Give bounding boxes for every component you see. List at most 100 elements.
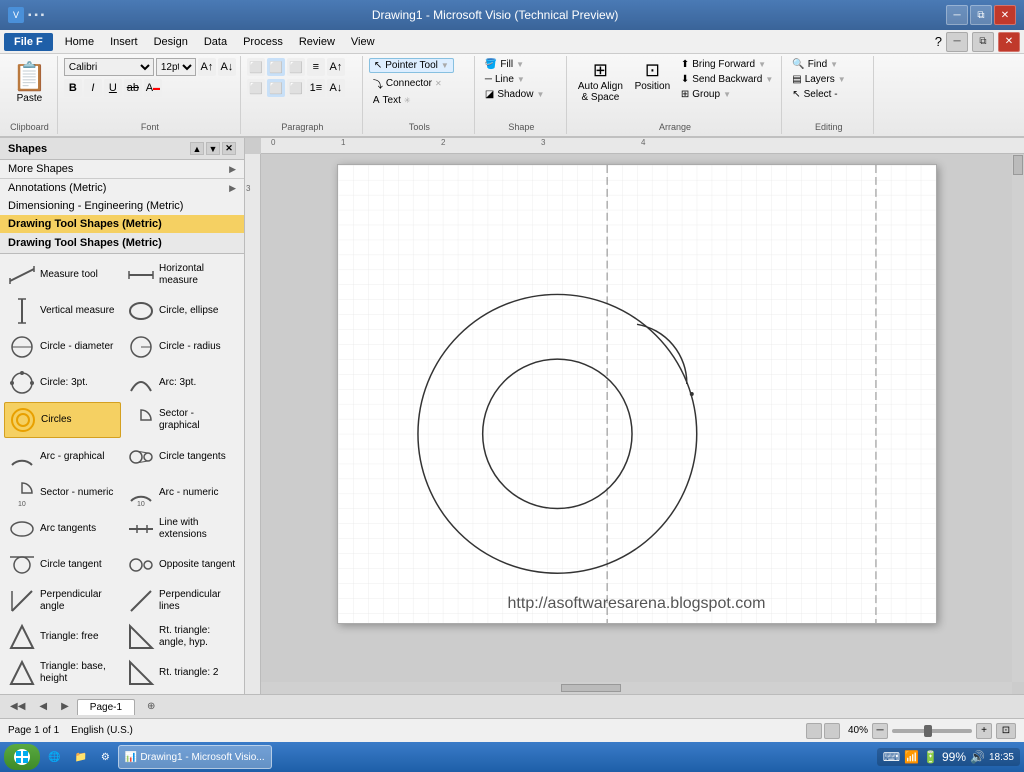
align-top-left-btn[interactable]: ⬜ bbox=[247, 58, 265, 76]
zoom-thumb[interactable] bbox=[924, 725, 932, 737]
connector-btn[interactable]: ⤵ Connector ✕ bbox=[369, 75, 446, 92]
menu-data[interactable]: Data bbox=[196, 34, 235, 50]
layers-btn[interactable]: ▤ Layers ▼ bbox=[788, 73, 849, 86]
menu-process[interactable]: Process bbox=[235, 34, 291, 50]
page-next-btn[interactable]: ▶ bbox=[55, 699, 75, 714]
scrollbar-vertical[interactable] bbox=[1012, 154, 1024, 682]
select-btn[interactable]: ↖ Select - bbox=[788, 88, 841, 101]
page-add-btn[interactable]: ⊕ bbox=[141, 699, 161, 714]
ribbon-minimize-btn[interactable]: ─ bbox=[946, 32, 968, 52]
shape-circle-3pt[interactable]: Circle: 3pt. bbox=[4, 366, 121, 400]
italic-btn[interactable]: I bbox=[84, 79, 102, 97]
send-backward-btn[interactable]: ⬇ Send Backward ▼ bbox=[677, 73, 777, 86]
shape-line-extensions[interactable]: Line with extensions bbox=[123, 512, 240, 546]
view-icon-1[interactable] bbox=[806, 723, 822, 739]
shape-circles[interactable]: Circles bbox=[4, 402, 121, 438]
shape-arc-numeric[interactable]: 10 Arc - numeric bbox=[123, 476, 240, 510]
taskbar-visio-btn[interactable]: 📊 Drawing1 - Microsoft Visio... bbox=[118, 745, 272, 769]
paste-btn[interactable]: 📋 Paste bbox=[6, 58, 53, 106]
zoom-page-btn[interactable]: ⊡ bbox=[996, 723, 1016, 739]
find-btn[interactable]: 🔍 Find ▼ bbox=[788, 58, 842, 71]
sidebar-up-btn[interactable]: ▲ bbox=[190, 142, 204, 155]
bold-btn[interactable]: B bbox=[64, 79, 82, 97]
indent-btn[interactable]: A↑ bbox=[327, 58, 345, 76]
align-mid-center-btn[interactable]: ⬜ bbox=[267, 79, 285, 97]
shape-circle-tangent[interactable]: Circle tangent bbox=[4, 548, 121, 582]
zoom-out-btn[interactable]: ─ bbox=[872, 723, 888, 739]
taskbar-explorer-btn[interactable]: 📁 bbox=[68, 745, 92, 769]
canvas-area[interactable]: 0 1 2 3 4 3 bbox=[245, 138, 1024, 694]
menu-view[interactable]: View bbox=[343, 34, 383, 50]
bring-forward-btn[interactable]: ⬆ Bring Forward ▼ bbox=[677, 58, 777, 71]
list-btn[interactable]: ≡ bbox=[307, 58, 325, 76]
shape-opposite-tangent[interactable]: Opposite tangent bbox=[123, 548, 240, 582]
menu-review[interactable]: Review bbox=[291, 34, 343, 50]
line-btn[interactable]: ─ Line ▼ bbox=[481, 73, 529, 86]
canvas-paper[interactable]: http://asoftwaresarena.blogspot.com bbox=[337, 164, 937, 624]
sidebar-close-btn[interactable]: ✕ bbox=[222, 142, 236, 155]
scrollbar-horizontal[interactable] bbox=[261, 682, 1012, 694]
scrollbar-h-thumb[interactable] bbox=[561, 684, 621, 692]
fill-btn[interactable]: 🪣 Fill ▼ bbox=[481, 58, 528, 71]
shape-sector-numeric[interactable]: 10 Sector - numeric bbox=[4, 476, 121, 510]
category-drawing-tools[interactable]: Drawing Tool Shapes (Metric) bbox=[0, 215, 244, 233]
shape-sector-graphical[interactable]: Sector - graphical bbox=[123, 402, 240, 438]
numbered-list-btn[interactable]: 1≡ bbox=[307, 79, 325, 97]
shape-triangle-free[interactable]: Triangle: free bbox=[4, 620, 121, 654]
shape-horizontal-measure[interactable]: Horizontal measure bbox=[123, 258, 240, 292]
increase-font-btn[interactable]: A↑ bbox=[198, 58, 216, 76]
category-dimensioning[interactable]: Dimensioning - Engineering (Metric) bbox=[0, 197, 244, 215]
auto-align-btn[interactable]: ⊞ Auto Align & Space bbox=[573, 58, 628, 105]
underline-btn[interactable]: U bbox=[104, 79, 122, 97]
align-top-right-btn[interactable]: ⬜ bbox=[287, 58, 305, 76]
zoom-in-btn[interactable]: + bbox=[976, 723, 992, 739]
menu-insert[interactable]: Insert bbox=[102, 34, 146, 50]
text-btn[interactable]: A Text ✳ bbox=[369, 94, 415, 107]
position-btn[interactable]: ⊡ Position bbox=[630, 58, 675, 94]
font-color-btn[interactable]: A▬ bbox=[144, 79, 162, 97]
strikethrough-btn[interactable]: ab bbox=[124, 79, 142, 97]
align-mid-right-btn[interactable]: ⬜ bbox=[287, 79, 305, 97]
menu-home[interactable]: Home bbox=[57, 34, 102, 50]
start-button[interactable] bbox=[4, 744, 40, 770]
page-tab-1[interactable]: Page-1 bbox=[77, 699, 135, 715]
font-name-select[interactable]: Calibri bbox=[64, 58, 154, 76]
close-btn[interactable]: ✕ bbox=[994, 5, 1016, 25]
more-shapes-item[interactable]: More Shapes ▶ bbox=[0, 160, 244, 179]
pointer-tool-btn[interactable]: ↖ Pointer Tool ▼ bbox=[369, 58, 454, 73]
group-btn[interactable]: ⊞ Group ▼ bbox=[677, 88, 777, 101]
page-prev-btn[interactable]: ◀◀ bbox=[4, 699, 31, 714]
help-icon[interactable]: ? bbox=[935, 34, 942, 49]
shadow-btn[interactable]: ◪ Shadow ▼ bbox=[481, 88, 549, 101]
category-annotations[interactable]: Annotations (Metric) ▶ bbox=[0, 179, 244, 197]
shapes-scroll-area[interactable]: Measure tool Horizontal measure Vertical… bbox=[0, 254, 244, 694]
scrollbar-v-thumb[interactable] bbox=[1013, 155, 1023, 175]
outdent-btn[interactable]: A↓ bbox=[327, 79, 345, 97]
ribbon-restore-btn[interactable]: ⧉ bbox=[972, 32, 994, 52]
decrease-font-btn[interactable]: A↓ bbox=[218, 58, 236, 76]
menu-design[interactable]: Design bbox=[146, 34, 196, 50]
shape-vertical-measure[interactable]: Vertical measure bbox=[4, 294, 121, 328]
taskbar-apps-btn[interactable]: ⚙ bbox=[95, 745, 116, 769]
shape-rt-triangle-2[interactable]: Rt. triangle: 2 bbox=[123, 656, 240, 690]
shape-arc-graphical[interactable]: Arc - graphical bbox=[4, 440, 121, 474]
shape-triangle-bh[interactable]: Triangle: base, height bbox=[4, 656, 121, 690]
sidebar-down-btn[interactable]: ▼ bbox=[206, 142, 220, 155]
shape-arc-3pt[interactable]: Arc: 3pt. bbox=[123, 366, 240, 400]
page-back-btn[interactable]: ◀ bbox=[33, 699, 53, 714]
minimize-btn[interactable]: ─ bbox=[946, 5, 968, 25]
font-size-select[interactable]: 12pt bbox=[156, 58, 196, 76]
shape-rt-triangle-ah[interactable]: Rt. triangle: angle, hyp. bbox=[123, 620, 240, 654]
align-top-center-btn[interactable]: ⬜ bbox=[267, 58, 285, 76]
shape-measure-tool[interactable]: Measure tool bbox=[4, 258, 121, 292]
restore-btn[interactable]: ⧉ bbox=[970, 5, 992, 25]
zoom-slider[interactable] bbox=[892, 729, 972, 733]
shape-circle-tangents[interactable]: Circle tangents bbox=[123, 440, 240, 474]
shape-perp-angle[interactable]: Perpendicular angle bbox=[4, 584, 121, 618]
shape-perp-lines[interactable]: Perpendicular lines bbox=[123, 584, 240, 618]
shape-circle-ellipse[interactable]: Circle, ellipse bbox=[123, 294, 240, 328]
canvas-container[interactable]: http://asoftwaresarena.blogspot.com bbox=[261, 154, 1012, 682]
file-menu-btn[interactable]: File F bbox=[4, 33, 53, 51]
ribbon-close-btn[interactable]: ✕ bbox=[998, 32, 1020, 52]
shape-arc-tangents[interactable]: Arc tangents bbox=[4, 512, 121, 546]
